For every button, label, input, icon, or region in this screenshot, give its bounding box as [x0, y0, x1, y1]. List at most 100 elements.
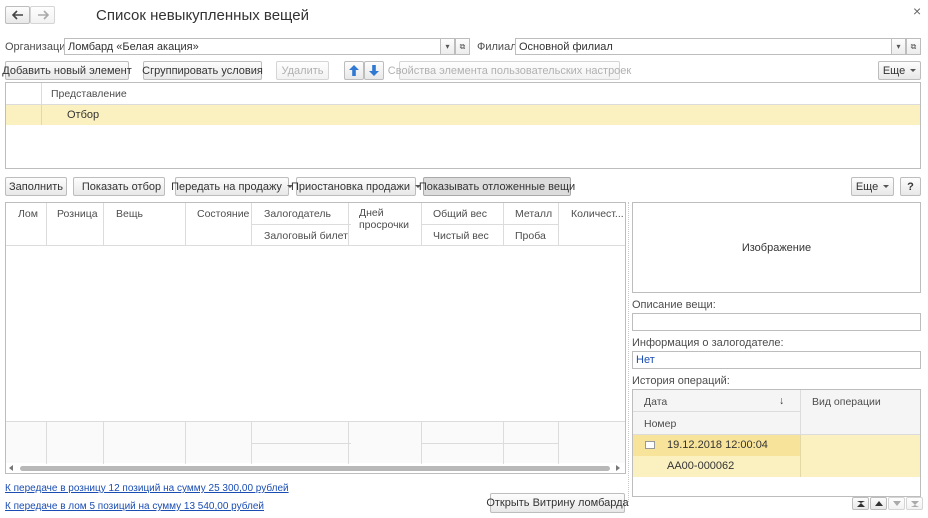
- scroll-thumb[interactable]: [20, 466, 610, 471]
- items-header-line: [6, 245, 625, 246]
- forward-button[interactable]: [30, 6, 55, 24]
- footer-sub-line: [251, 443, 351, 444]
- more-main-button[interactable]: Еще: [851, 177, 894, 196]
- description-label: Описание вещи:: [632, 299, 716, 311]
- scroll-right-icon[interactable]: [616, 465, 620, 471]
- image-panel: Изображение: [632, 202, 921, 293]
- pledger-info-label: Информация о залогодателе:: [632, 337, 784, 349]
- more-settings-button[interactable]: Еще: [878, 61, 921, 80]
- col-header-pledge-ticket[interactable]: Залоговый билет: [264, 230, 348, 242]
- col-divider: [348, 203, 349, 245]
- col-divider: [103, 422, 104, 464]
- col-header-metal[interactable]: Металл: [515, 208, 552, 220]
- open-link-icon: ⧉: [459, 41, 466, 51]
- scroll-left-icon[interactable]: [9, 465, 13, 471]
- items-subheader-line: [251, 224, 351, 225]
- fill-button[interactable]: Заполнить: [5, 177, 67, 196]
- settings-grid[interactable]: Представление Отбор: [5, 82, 921, 169]
- col-header-pledger[interactable]: Залогодатель: [264, 208, 331, 220]
- transfer-to-sale-button[interactable]: Передать на продажу: [171, 177, 289, 196]
- col-divider: [558, 203, 559, 245]
- branch-field[interactable]: Основной филиал ▾ ⧉: [515, 38, 921, 55]
- chevron-down-icon: ▾: [445, 42, 450, 51]
- col-divider: [103, 203, 104, 245]
- show-filter-label: Показать отбор: [81, 180, 162, 193]
- history-row-date: 19.12.2018 12:00:04: [667, 439, 768, 451]
- col-header-total-weight[interactable]: Общий вес: [433, 208, 487, 220]
- org-open-button[interactable]: ⧉: [455, 38, 470, 55]
- col-header-item[interactable]: Вещь: [116, 208, 143, 220]
- retail-transfer-link[interactable]: К передаче в розницу 12 позиций на сумму…: [5, 483, 289, 494]
- open-showcase-button[interactable]: Открыть Витрину ломбарда: [486, 493, 629, 513]
- col-header-scrap[interactable]: Лом: [18, 208, 38, 220]
- branch-value: Основной филиал: [519, 40, 613, 53]
- arrow-top-icon: [856, 500, 865, 507]
- items-footer: [6, 421, 625, 464]
- pledger-info-field[interactable]: Нет: [632, 351, 921, 369]
- col-header-quantity[interactable]: Количест...: [571, 208, 624, 220]
- settings-row-label: Отбор: [67, 109, 100, 121]
- branch-dropdown-button[interactable]: ▾: [891, 38, 906, 55]
- panel-splitter[interactable]: [628, 202, 629, 502]
- arrow-bottom-icon: [910, 500, 919, 507]
- suspend-sale-button[interactable]: Приостановка продажи: [291, 177, 416, 196]
- history-prev-button[interactable]: [870, 497, 887, 510]
- element-properties-button[interactable]: Свойства элемента пользовательских настр…: [388, 61, 631, 80]
- history-col-operation[interactable]: Вид операции: [812, 396, 881, 408]
- pledger-info-value: Нет: [636, 354, 655, 366]
- items-grid[interactable]: Лом Розница Вещь Состояние Залогодатель …: [5, 202, 626, 474]
- history-col-number[interactable]: Номер: [644, 418, 676, 430]
- history-col-divider-row: [800, 435, 801, 477]
- col-divider: [185, 203, 186, 245]
- description-field[interactable]: [632, 313, 921, 331]
- org-value: Ломбард «Белая акация»: [68, 40, 199, 53]
- settings-grid-col-divider-row: [41, 105, 42, 125]
- col-header-hallmark[interactable]: Проба: [515, 230, 546, 242]
- history-col-date[interactable]: Дата: [644, 396, 667, 408]
- show-filter-button[interactable]: Показать отбор: [73, 177, 165, 196]
- items-subheader-line: [421, 224, 558, 225]
- arrow-right-icon: [37, 10, 49, 20]
- history-row-number: АА00-000062: [667, 460, 735, 472]
- group-conditions-button[interactable]: Сгруппировать условия: [142, 61, 263, 80]
- history-last-button[interactable]: [906, 497, 923, 510]
- col-header-overdue-days[interactable]: Дней просрочки: [359, 207, 409, 231]
- delete-button[interactable]: Удалить: [276, 61, 329, 80]
- arrow-down-icon: [369, 65, 379, 76]
- arrow-left-icon: [11, 10, 23, 20]
- history-row[interactable]: 19.12.2018 12:00:04 АА00-000062: [633, 435, 920, 477]
- arrow-down-small-icon: [892, 501, 901, 506]
- col-header-retail[interactable]: Розница: [57, 208, 98, 220]
- items-hscrollbar[interactable]: [6, 464, 625, 473]
- branch-label: Филиал:: [477, 41, 520, 53]
- add-element-button[interactable]: Добавить новый элемент: [2, 61, 132, 80]
- col-header-net-weight[interactable]: Чистый вес: [433, 230, 489, 242]
- org-field[interactable]: Ломбард «Белая акация» ▾ ⧉: [64, 38, 470, 55]
- document-icon: [645, 441, 655, 449]
- sort-desc-icon[interactable]: ↓: [779, 395, 784, 407]
- settings-row-selected[interactable]: Отбор: [6, 105, 920, 125]
- footer-sub-line: [421, 443, 558, 444]
- col-divider: [503, 203, 504, 245]
- col-divider: [558, 422, 559, 464]
- move-up-button[interactable]: [344, 61, 364, 80]
- scrap-transfer-link[interactable]: К передаче в лом 5 позиций на сумму 13 5…: [5, 501, 264, 512]
- org-dropdown-button[interactable]: ▾: [440, 38, 455, 55]
- page-title: Список невыкупленных вещей: [96, 7, 309, 24]
- col-divider: [421, 203, 422, 245]
- arrow-up-icon: [349, 65, 359, 76]
- help-button[interactable]: ?: [900, 177, 921, 196]
- back-button[interactable]: [5, 6, 30, 24]
- close-icon[interactable]: ×: [913, 3, 921, 19]
- col-divider: [251, 203, 252, 245]
- show-postponed-toggle[interactable]: Показывать отложенные вещи: [419, 177, 575, 196]
- history-first-button[interactable]: [852, 497, 869, 510]
- history-next-button[interactable]: [888, 497, 905, 510]
- col-divider: [46, 422, 47, 464]
- branch-open-button[interactable]: ⧉: [906, 38, 921, 55]
- move-down-button[interactable]: [364, 61, 384, 80]
- history-grid[interactable]: Дата ↓ Номер Вид операции 19.12.2018 12:…: [632, 389, 921, 497]
- chevron-down-icon: ▾: [896, 42, 901, 51]
- image-placeholder-label: Изображение: [741, 241, 812, 254]
- col-header-condition[interactable]: Состояние: [197, 208, 249, 220]
